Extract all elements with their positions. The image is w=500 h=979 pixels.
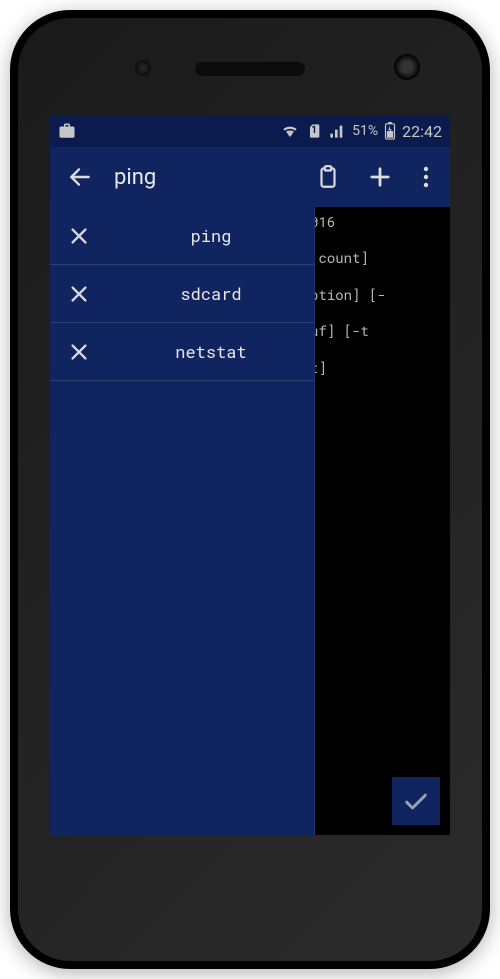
- arrow-left-icon: [67, 164, 93, 190]
- action-bar: ping: [50, 147, 450, 207]
- status-bar: 1 51% 22:42: [50, 115, 450, 147]
- sim-icon: 1: [306, 122, 322, 140]
- session-label: netstat: [108, 340, 314, 363]
- close-icon: [68, 341, 90, 363]
- more-vert-icon: [423, 166, 429, 188]
- battery-percent: 51%: [352, 123, 378, 139]
- add-button[interactable]: [358, 155, 402, 199]
- close-icon: [68, 283, 90, 305]
- back-button[interactable]: [58, 155, 102, 199]
- sessions-drawer: ping sdcard netstat: [50, 207, 315, 835]
- session-close-button[interactable]: [50, 323, 108, 381]
- session-row[interactable]: ping: [50, 207, 314, 265]
- clipboard-icon: [315, 164, 341, 190]
- phone-frame: 1 51% 22:42 ping: [10, 10, 490, 969]
- signal-icon: [328, 123, 346, 139]
- action-bar-title: ping: [114, 165, 156, 190]
- check-icon: [402, 787, 430, 815]
- session-row[interactable]: sdcard: [50, 265, 314, 323]
- close-icon: [68, 225, 90, 247]
- session-label: sdcard: [108, 282, 314, 305]
- store-icon: [58, 122, 76, 140]
- phone-speaker: [195, 62, 305, 76]
- session-close-button[interactable]: [50, 207, 108, 265]
- screen: 1 51% 22:42 ping: [50, 115, 450, 835]
- content-area: 3:00 2016 V] [-c count] disc_option] [- …: [50, 207, 450, 835]
- wifi-icon: [280, 123, 300, 139]
- sim-number: 1: [306, 125, 322, 136]
- paste-button[interactable]: [306, 155, 350, 199]
- battery-icon: [384, 122, 396, 140]
- phone-sensor: [135, 60, 151, 76]
- session-close-button[interactable]: [50, 265, 108, 323]
- plus-icon: [366, 163, 394, 191]
- confirm-button[interactable]: [392, 777, 440, 825]
- phone-camera: [394, 54, 420, 80]
- session-label: ping: [108, 224, 314, 247]
- clock: 22:42: [402, 122, 442, 141]
- session-row[interactable]: netstat: [50, 323, 314, 381]
- overflow-menu-button[interactable]: [410, 155, 442, 199]
